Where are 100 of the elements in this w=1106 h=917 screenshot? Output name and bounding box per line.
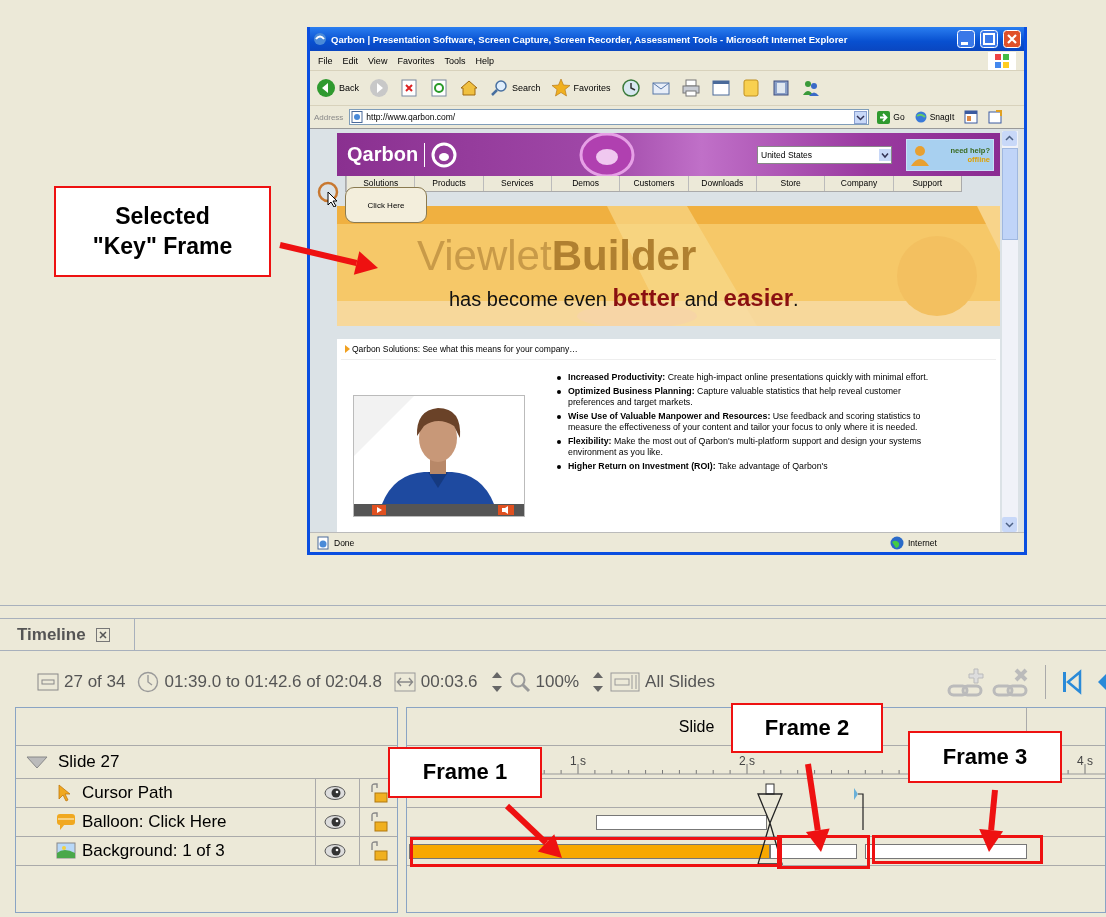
slide-position: 27 of 34: [64, 672, 126, 692]
clock-icon[interactable]: [620, 78, 641, 98]
bullet-text: Flexibility: Make the most out of Qarbon's multi-platform support and design your systems environment as you like.: [568, 436, 923, 458]
eye-icon[interactable]: [323, 843, 346, 859]
scrollbar[interactable]: [1002, 131, 1018, 532]
duration: 00:03.6: [420, 672, 478, 692]
callout-text: Frame 3: [942, 742, 1028, 771]
stop-icon[interactable]: [399, 78, 419, 98]
people-icon[interactable]: [800, 78, 821, 98]
first-slide-button[interactable]: [1061, 669, 1083, 695]
frame-bar[interactable]: [865, 844, 1027, 859]
link-button[interactable]: SnagIt: [912, 111, 957, 123]
bullet-icon: [557, 415, 561, 419]
slides-icon: [610, 671, 641, 693]
slide-icon: [37, 671, 59, 693]
layer-label: Balloon: Click Here: [82, 812, 227, 832]
address-label: Address: [314, 112, 344, 122]
ruler-label: 4 s: [1077, 754, 1093, 768]
zoom-level: 100%: [535, 672, 580, 692]
close-icon[interactable]: [95, 627, 110, 642]
search-button[interactable]: Search: [487, 78, 543, 98]
page-icon: [351, 111, 364, 123]
flag-icon: [988, 51, 1016, 70]
menu-item[interactable]: File: [318, 55, 333, 66]
unlocked-icon[interactable]: [369, 841, 388, 861]
nav-tab[interactable]: Demos: [551, 176, 620, 191]
arrow-icon: [877, 110, 891, 124]
bullet-icon: [557, 376, 561, 380]
back-button[interactable]: Back: [314, 78, 361, 98]
scroll-down-button[interactable]: [1002, 517, 1017, 532]
callout-text: Frame 2: [764, 713, 850, 742]
logo-icon: [431, 141, 458, 168]
unlocked-icon[interactable]: [369, 783, 388, 803]
home-icon[interactable]: [459, 78, 479, 98]
bullet-text: Higher Return on Investment (ROI): Take advantage of Qarbon's: [568, 461, 828, 472]
menu-item[interactable]: Favorites: [397, 55, 435, 66]
search-icon: [489, 78, 509, 98]
emblem-icon: [579, 132, 636, 177]
page-icon: [316, 535, 330, 550]
address-field[interactable]: http://www.qarbon.com/: [349, 109, 870, 125]
eye-icon[interactable]: [323, 785, 346, 801]
printer-icon[interactable]: [680, 78, 701, 98]
logo: Qarbon: [347, 143, 419, 166]
layer-label: Background: 1 of 3: [82, 841, 225, 861]
window-title: Qarbon | Presentation Software, Screen Capture, Screen Recorder, Assessment Tools - Microsoft Internet Explorer: [331, 33, 849, 45]
play-button[interactable]: [372, 505, 386, 515]
book-icon[interactable]: [770, 78, 791, 98]
nav-tab[interactable]: Support: [892, 176, 961, 191]
bullet-icon: [345, 345, 350, 353]
arrow: [504, 803, 562, 858]
country-dropdown[interactable]: United States: [757, 145, 892, 164]
section-title: Qarbon Solutions: See what this means for your company…: [352, 344, 578, 354]
time-range: 01:39.0 to 01:42.6 of 02:04.8: [164, 672, 382, 692]
status-text: Done: [334, 537, 355, 548]
arrow: [979, 789, 1004, 852]
ruler-label: 2 s: [739, 754, 755, 768]
nav-tab[interactable]: Customers: [619, 176, 688, 191]
stepper-control[interactable]: [489, 671, 504, 693]
nav-tab[interactable]: Services: [482, 176, 551, 191]
eye-icon[interactable]: [323, 814, 346, 830]
bullet-text: Optimized Business Planning: Capture valuable statistics that help reveal customer preferences and target markets.: [568, 386, 902, 408]
nav-tab[interactable]: Company: [824, 176, 893, 191]
bullet-icon: [557, 465, 561, 469]
layer-label: Cursor Path: [82, 783, 173, 803]
layer-label: Slide 27: [58, 752, 120, 772]
stepper-control[interactable]: [591, 671, 606, 693]
window-icon[interactable]: [964, 110, 979, 124]
bullet-icon: [557, 390, 561, 394]
window-icon[interactable]: [710, 78, 731, 98]
globe-icon: [914, 111, 927, 123]
refresh-icon[interactable]: [429, 78, 449, 98]
frame-bar[interactable]: [409, 844, 770, 859]
favorites-button[interactable]: Favorites: [548, 78, 613, 98]
width-icon: [393, 671, 416, 693]
frame-bar[interactable]: [770, 844, 857, 859]
scroll-up-button[interactable]: [1002, 131, 1017, 146]
back-icon: [316, 78, 336, 98]
bullet-text: Increased Productivity: Create high-impact online presentations quickly with minimal effort.: [568, 372, 929, 383]
bullet-text: Wise Use of Valuable Manpower and Resources: Use feedback and scoring statistics to measure the effectiveness of your content and tailor your focus to only where it is needed.: [568, 411, 922, 433]
maximize-button[interactable]: [980, 30, 998, 48]
browser-icon: [313, 32, 327, 46]
menu-item[interactable]: Edit: [342, 55, 359, 66]
expand-toggle[interactable]: [26, 755, 48, 769]
cursor-icon: [317, 181, 341, 207]
volume-button[interactable]: [498, 505, 514, 515]
nav-tab[interactable]: Store: [755, 176, 825, 191]
scroll-thumb[interactable]: [1002, 148, 1018, 240]
go-button[interactable]: Go: [875, 110, 907, 124]
minimize-button[interactable]: [957, 30, 975, 48]
clock-icon: [137, 671, 160, 693]
menu-item[interactable]: View: [368, 55, 388, 66]
menu-item[interactable]: Tools: [444, 55, 466, 66]
menu-item[interactable]: Help: [475, 55, 494, 66]
unlocked-icon[interactable]: [369, 812, 388, 832]
dropdown-icon[interactable]: [854, 110, 868, 124]
close-button[interactable]: [1003, 30, 1021, 48]
timeline-tab[interactable]: Timeline: [15, 619, 135, 650]
zone-text: Internet: [908, 537, 938, 548]
nav-tab[interactable]: Downloads: [687, 176, 756, 191]
search-icon: [508, 671, 531, 693]
